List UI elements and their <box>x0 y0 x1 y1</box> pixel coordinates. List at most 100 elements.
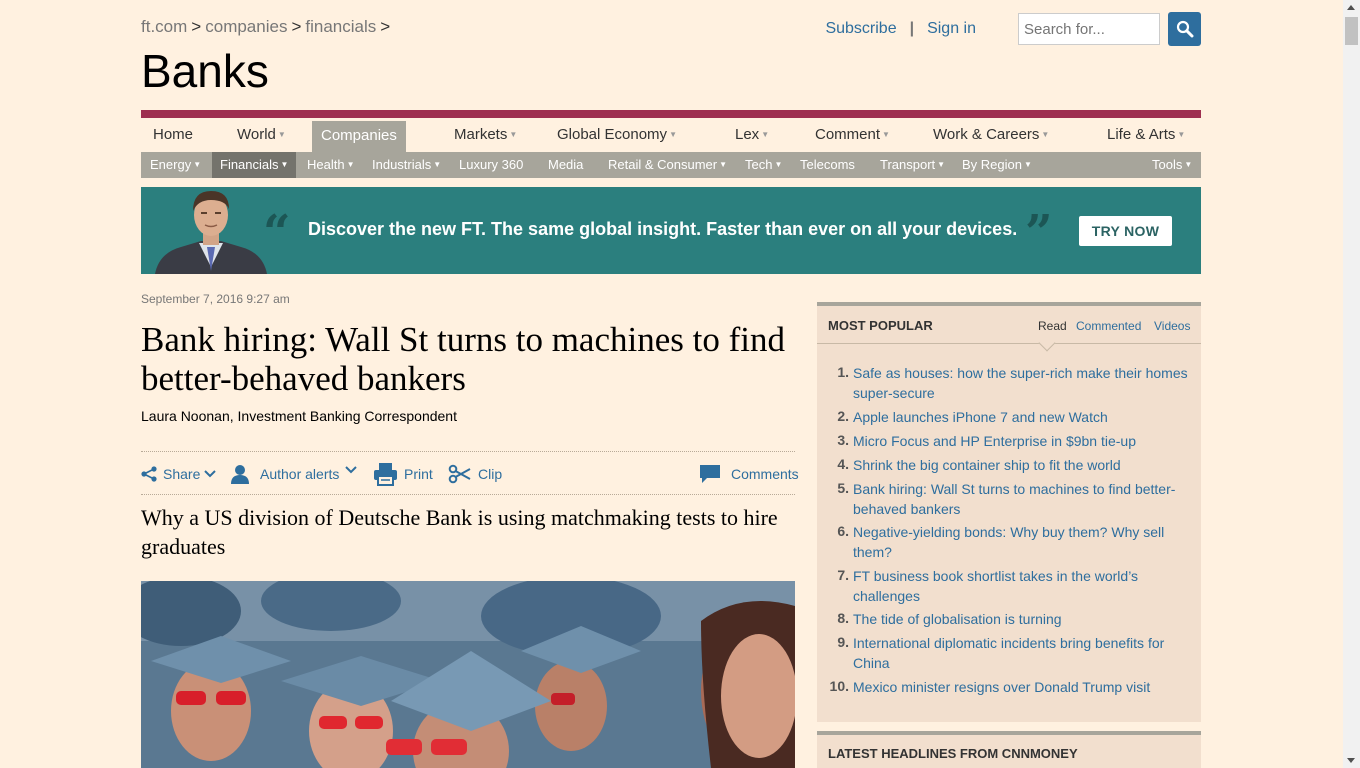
nav-life-arts[interactable]: Life & Arts ▼ <box>1107 118 1185 152</box>
share-button[interactable]: Share <box>141 463 217 485</box>
list-item-link[interactable]: Bank hiring: Wall St turns to machines t… <box>853 480 1195 519</box>
scrollbar-thumb[interactable] <box>1345 17 1358 45</box>
editor-portrait-image <box>155 191 267 274</box>
subnav-transport[interactable]: Transport ▼ <box>880 152 945 178</box>
article-byline[interactable]: Laura Noonan, Investment Banking Corresp… <box>141 408 795 424</box>
subnav-luxury-360[interactable]: Luxury 360 <box>459 152 523 178</box>
most-popular-panel: MOST POPULAR Read Commented Videos 1. Saf… <box>817 302 1201 722</box>
search-input[interactable] <box>1018 13 1160 45</box>
nav-markets-label: Markets <box>454 126 508 143</box>
open-quote-icon: “ <box>263 205 291 261</box>
chevron-down-icon: ▼ <box>774 160 783 169</box>
chevron-down-icon: ▼ <box>509 130 518 139</box>
list-item-number: 4. <box>837 456 849 472</box>
list-item-number: 7. <box>837 567 849 583</box>
subnav-telecoms[interactable]: Telecoms <box>800 152 855 178</box>
subscribe-link[interactable]: Subscribe <box>825 20 896 38</box>
list-item-link[interactable]: The tide of globalisation is turning <box>853 610 1195 630</box>
nav-world-label: World <box>237 126 276 143</box>
try-now-button[interactable]: TRY NOW <box>1079 216 1172 246</box>
list-item-link[interactable]: Safe as houses: how the super-rich make … <box>853 364 1195 403</box>
latest-headlines-title: LATEST HEADLINES FROM CNNMONEY <box>828 746 1078 761</box>
scroll-down-arrow-icon[interactable] <box>1347 758 1355 763</box>
list-item-number: 6. <box>837 523 849 539</box>
list-item-link[interactable]: Negative-yielding bonds: Why buy them? W… <box>853 523 1195 562</box>
clip-label: Clip <box>478 466 503 482</box>
subnav-health[interactable]: Health ▼ <box>307 152 355 178</box>
tab-read[interactable]: Read <box>1038 319 1067 333</box>
breadcrumb-financials[interactable]: financials <box>305 17 376 36</box>
subnav-tech[interactable]: Tech ▼ <box>745 152 782 178</box>
breadcrumb-separator: > <box>291 17 302 36</box>
subnav-tech-label: Tech <box>745 157 773 172</box>
nav-lex[interactable]: Lex ▼ <box>735 118 769 152</box>
vertical-scrollbar[interactable] <box>1343 0 1360 768</box>
subnav-by-region[interactable]: By Region ▼ <box>962 152 1032 178</box>
chevron-down-icon: ▼ <box>719 160 728 169</box>
subnav-financials[interactable]: Financials ▼ <box>212 152 297 178</box>
tab-commented[interactable]: Commented <box>1076 319 1141 333</box>
subnav-tools[interactable]: Tools ▼ <box>1152 152 1192 178</box>
nav-comment[interactable]: Comment ▼ <box>815 118 890 152</box>
banner-text: Discover the new FT. The same global ins… <box>308 219 1018 239</box>
list-item-link[interactable]: Apple launches iPhone 7 and new Watch <box>853 408 1195 428</box>
chevron-down-icon: ▼ <box>346 160 355 169</box>
nav-markets[interactable]: Markets ▼ <box>454 118 517 152</box>
chevron-down-icon: ▼ <box>1041 130 1050 139</box>
list-item-number: 3. <box>837 432 849 448</box>
search-button[interactable] <box>1168 12 1201 46</box>
breadcrumb-companies[interactable]: companies <box>205 17 287 36</box>
close-quote-icon: ” <box>1025 205 1053 261</box>
promo-banner[interactable]: “ Discover the new FT. The same global i… <box>141 187 1201 274</box>
list-item-link[interactable]: FT business book shortlist takes in the … <box>853 567 1195 606</box>
chevron-down-icon: ▼ <box>277 130 286 139</box>
author-alerts-button[interactable]: Author alerts <box>230 463 358 485</box>
tab-videos[interactable]: Videos <box>1154 319 1190 333</box>
list-item-number: 9. <box>837 634 849 650</box>
article: September 7, 2016 9:27 am Bank hiring: W… <box>141 292 799 768</box>
subnav-industrials-label: Industrials <box>372 157 432 172</box>
nav-home[interactable]: Home <box>153 118 193 152</box>
subnav-health-label: Health <box>307 157 345 172</box>
breadcrumb-ftcom[interactable]: ft.com <box>141 17 187 36</box>
breadcrumb: ft.com > companies > financials > <box>141 17 394 37</box>
subnav-retail-consumer[interactable]: Retail & Consumer ▼ <box>608 152 727 178</box>
scroll-up-arrow-icon[interactable] <box>1347 5 1355 10</box>
nav-companies[interactable]: Companies <box>312 121 406 152</box>
nav-work-careers-label: Work & Careers <box>933 126 1040 143</box>
list-item-link[interactable]: Mexico minister resigns over Donald Trum… <box>853 678 1195 698</box>
comments-label: Comments <box>731 466 799 482</box>
comments-button[interactable]: Comments <box>699 463 799 485</box>
list-item-link[interactable]: International diplomatic incidents bring… <box>853 634 1195 673</box>
clip-button[interactable]: Clip <box>448 463 502 485</box>
nav-world[interactable]: World ▼ <box>237 118 286 152</box>
nav-global-economy-label: Global Economy <box>557 126 668 143</box>
chevron-down-icon: ▼ <box>937 160 946 169</box>
subnav-transport-label: Transport <box>880 157 936 172</box>
chevron-down-icon: ▼ <box>882 130 890 139</box>
list-item-link[interactable]: Micro Focus and HP Enterprise in $9bn ti… <box>853 432 1195 452</box>
subnav-industrials[interactable]: Industrials ▼ <box>372 152 441 178</box>
sign-in-link[interactable]: Sign in <box>927 20 976 38</box>
subnav-energy[interactable]: Energy ▼ <box>150 152 201 178</box>
nav-companies-label: Companies <box>321 127 397 144</box>
subnav-media[interactable]: Media <box>548 152 583 178</box>
account-divider: | <box>909 20 915 37</box>
print-button[interactable]: Print <box>373 463 433 486</box>
nav-accent-stripe <box>141 110 1201 118</box>
chevron-down-icon: ▼ <box>433 160 442 169</box>
chevron-down-icon <box>204 470 217 478</box>
nav-global-economy[interactable]: Global Economy ▼ <box>557 118 677 152</box>
list-item-number: 10. <box>829 678 849 694</box>
chevron-down-icon: ▼ <box>280 160 289 169</box>
share-icon <box>141 466 157 482</box>
nav-work-careers[interactable]: Work & Careers ▼ <box>933 118 1049 152</box>
subnav-tools-label: Tools <box>1152 157 1183 172</box>
most-popular-title: MOST POPULAR <box>828 318 933 333</box>
list-item-link[interactable]: Shrink the big container ship to fit the… <box>853 456 1195 476</box>
nav-life-arts-label: Life & Arts <box>1107 126 1176 143</box>
print-label: Print <box>404 466 433 482</box>
article-standfirst: Why a US division of Deutsche Bank is us… <box>141 505 778 559</box>
chevron-down-icon: ▼ <box>669 130 677 139</box>
author-alerts-label: Author alerts <box>260 466 340 482</box>
